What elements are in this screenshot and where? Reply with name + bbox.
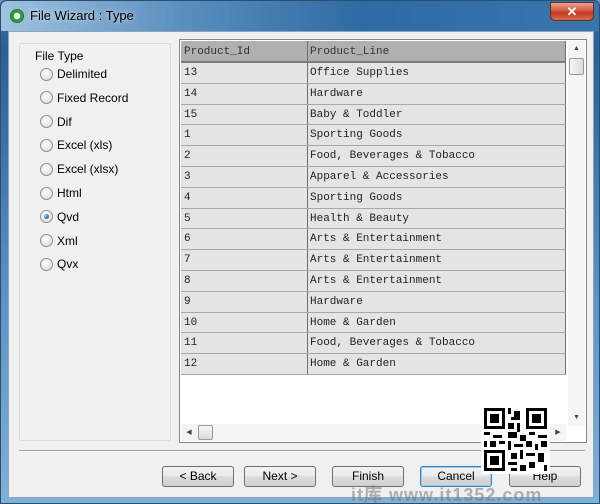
file-type-option-delimited[interactable]: Delimited (40, 66, 107, 82)
cell-product-id: 12 (181, 354, 308, 374)
table-row: 7 Arts & Entertainment (181, 250, 566, 271)
cell-product-id: 8 (181, 270, 308, 291)
radio-unchecked-icon[interactable] (40, 91, 53, 105)
cell-product-line: Home & Garden (308, 312, 566, 333)
table-row: 15 Baby & Toddler (181, 104, 566, 126)
cell-product-line: Hardware (308, 83, 566, 104)
horizontal-scroll-thumb[interactable] (198, 425, 213, 440)
cell-product-id: 6 (181, 229, 308, 250)
scroll-left-arrow-icon[interactable]: ◀ (181, 424, 197, 441)
cell-product-line: Sporting Goods (308, 125, 566, 146)
data-grid: Product_Id Product_Line 13 Office Supplie… (181, 41, 566, 426)
cell-product-line: Office Supplies (308, 63, 566, 83)
radio-label: Html (57, 186, 82, 200)
table-row: 10 Home & Garden (181, 312, 566, 334)
scroll-right-arrow-icon[interactable]: ▶ (550, 424, 566, 441)
table-row: 2 Food, Beverages & Tobacco (181, 146, 566, 167)
file-type-option-fixed-record[interactable]: Fixed Record (40, 90, 128, 106)
cell-product-line: Arts & Entertainment (308, 229, 566, 250)
cell-product-line: Apparel & Accessories (308, 166, 566, 187)
vertical-scrollbar[interactable]: ▲ ▼ (568, 41, 585, 426)
cell-product-id: 15 (181, 104, 308, 125)
table-row: 3 Apparel & Accessories (181, 166, 566, 188)
watermark-text: it库 www.it1352.com (351, 485, 543, 504)
column-header-product-line[interactable]: Product_Line (308, 41, 566, 61)
radio-unchecked-icon[interactable] (40, 162, 53, 176)
radio-label: Qvx (57, 257, 79, 272)
cell-product-id: 11 (181, 333, 308, 354)
cell-product-id: 2 (181, 146, 308, 166)
window-title: File Wizard : Type (30, 8, 134, 23)
vertical-scroll-thumb[interactable] (569, 58, 584, 75)
close-button[interactable]: ✕ (550, 2, 594, 21)
data-preview-table: Product_Id Product_Line 13 Office Supplie… (179, 39, 587, 443)
file-type-option-qvd[interactable]: Qvd (40, 209, 79, 225)
table-header-row: Product_Id Product_Line (181, 41, 566, 63)
radio-label: Fixed Record (57, 90, 129, 105)
radio-unchecked-icon[interactable] (40, 257, 53, 271)
file-type-option-excel-xlsx[interactable]: Excel (xlsx) (40, 161, 118, 177)
file-type-option-xml[interactable]: Xml (40, 233, 78, 249)
table-row: 9 Hardware (181, 291, 566, 313)
radio-label: Excel (xlsx) (57, 162, 119, 177)
cell-product-id: 10 (181, 312, 308, 333)
cell-product-line: Health & Beauty (308, 208, 566, 229)
title-bar[interactable]: File Wizard : Type ✕ (1, 1, 599, 31)
cell-product-line: Arts & Entertainment (308, 270, 566, 291)
cell-product-line: Arts & Entertainment (308, 250, 566, 270)
radio-unchecked-icon[interactable] (40, 186, 53, 200)
table-row: 6 Arts & Entertainment (181, 229, 566, 251)
file-type-option-dif[interactable]: Dif (40, 114, 72, 130)
radio-unchecked-icon[interactable] (40, 234, 53, 248)
radio-label: Excel (xls) (57, 138, 113, 153)
back-button[interactable]: < Back (162, 466, 234, 487)
table-row: 4 Sporting Goods (181, 187, 566, 209)
radio-label: Qvd (57, 209, 80, 224)
column-header-product-id[interactable]: Product_Id (181, 41, 308, 61)
cell-product-id: 7 (181, 250, 308, 270)
table-row: 14 Hardware (181, 83, 566, 105)
cell-product-line: Baby & Toddler (308, 104, 566, 125)
radio-unchecked-icon[interactable] (40, 138, 53, 152)
radio-unchecked-icon[interactable] (40, 115, 53, 129)
radio-label: Delimited (57, 67, 108, 81)
file-type-label: File Type (34, 49, 85, 63)
file-type-option-excel-xls[interactable]: Excel (xls) (40, 137, 112, 153)
cell-product-id: 4 (181, 187, 308, 208)
file-type-option-html[interactable]: Html (40, 185, 82, 201)
scroll-down-arrow-icon[interactable]: ▼ (568, 410, 585, 426)
table-row: 8 Arts & Entertainment (181, 270, 566, 292)
scroll-up-arrow-icon[interactable]: ▲ (568, 41, 585, 57)
radio-checked-icon[interactable] (40, 210, 53, 224)
next-button[interactable]: Next > (244, 466, 316, 487)
cell-product-id: 1 (181, 125, 308, 146)
qlikview-app-icon (10, 9, 24, 23)
file-wizard-window: File Wizard : Type ✕ File Type Delimited… (0, 0, 600, 504)
radio-label: Xml (57, 233, 78, 248)
cell-product-id: 5 (181, 208, 308, 229)
table-row: 11 Food, Beverages & Tobacco (181, 333, 566, 355)
cell-product-line: Food, Beverages & Tobacco (308, 146, 566, 166)
cell-product-line: Home & Garden (308, 354, 566, 374)
radio-label: Dif (57, 114, 72, 129)
cell-product-line: Sporting Goods (308, 187, 566, 208)
table-row: 13 Office Supplies (181, 63, 566, 84)
table-row: 5 Health & Beauty (181, 208, 566, 230)
cell-product-id: 9 (181, 291, 308, 312)
table-row: 12 Home & Garden (181, 354, 566, 375)
cell-product-line: Food, Beverages & Tobacco (308, 333, 566, 354)
file-type-option-qvx[interactable]: Qvx (40, 256, 78, 272)
cell-product-line: Hardware (308, 291, 566, 312)
file-type-group: File Type Delimited Fixed Record Dif Excel … (19, 43, 171, 441)
table-row: 1 Sporting Goods (181, 125, 566, 147)
cell-product-id: 3 (181, 166, 308, 187)
qr-code-overlay (481, 405, 550, 474)
cell-product-id: 14 (181, 83, 308, 104)
cell-product-id: 13 (181, 63, 308, 83)
radio-unchecked-icon[interactable] (40, 67, 53, 81)
